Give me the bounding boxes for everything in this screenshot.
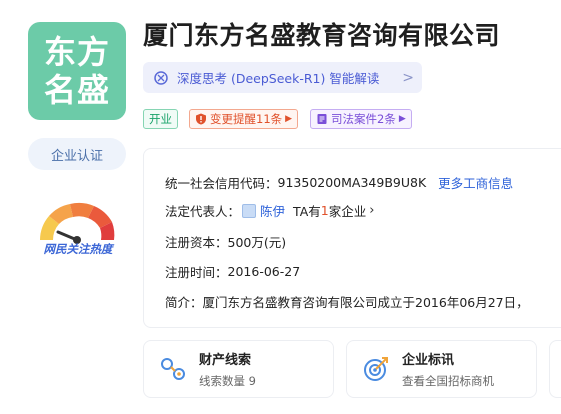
ai-sparkle-icon	[153, 70, 169, 86]
attention-label: 网民关注热度	[43, 242, 113, 256]
logo-line-2: 名盛	[43, 71, 110, 109]
legal-rep-suffix: 家企业	[328, 204, 367, 219]
status-badge: 开业	[143, 109, 178, 129]
intro-row: 简介： 厦门东方名盛教育咨询有限公司成立于2016年06月27日，	[165, 292, 529, 311]
tile-title: 企业标讯	[402, 353, 455, 368]
legal-document-icon	[316, 113, 328, 125]
business-info-card: 统一社会信用代码： 91350200MA349B9U8K 更多工商信息 法定代表…	[143, 148, 561, 328]
capital-value: 500万(元)	[227, 235, 287, 250]
legal-cases-label: 司法案件2条	[331, 112, 396, 126]
enterprise-certification-button[interactable]: 企业认证	[28, 138, 126, 170]
legal-rep-prefix: TA有	[293, 204, 321, 219]
legal-rep-count: 1	[320, 203, 329, 218]
reg-time-row: 注册时间： 2016-06-27	[165, 262, 300, 281]
bid-info-tile[interactable]: 企业标讯 查看全国招标商机	[346, 340, 537, 398]
change-alert-label: 变更提醒11条	[210, 112, 283, 126]
company-name: 厦门东方名盛教育咨询有限公司	[143, 21, 501, 50]
chevron-right-icon: >	[402, 69, 414, 86]
chevron-right-icon: ›	[369, 203, 375, 218]
tile-title: 财产线索	[199, 353, 252, 368]
alert-shield-icon	[195, 113, 207, 125]
caret-right-icon: ▶	[398, 114, 406, 124]
reg-time-value: 2016-06-27	[227, 264, 301, 279]
intro-label: 简介：	[165, 295, 203, 310]
capital-row: 注册资本： 500万(元)	[165, 232, 286, 251]
legal-rep-enterprises-link[interactable]: TA有 1 家企业 ›	[293, 201, 374, 220]
credit-code-row: 统一社会信用代码： 91350200MA349B9U8K 更多工商信息	[165, 173, 513, 192]
intro-value: 厦门东方名盛教育咨询有限公司成立于2016年06月27日，	[202, 295, 529, 310]
partial-tile[interactable]	[549, 340, 561, 398]
change-alert-tag[interactable]: 变更提醒11条 ▶	[189, 109, 299, 129]
credit-code-label: 统一社会信用代码：	[165, 176, 278, 191]
credit-code-value: 91350200MA349B9U8K	[277, 175, 427, 190]
caret-right-icon: ▶	[285, 114, 293, 124]
property-clues-icon	[159, 355, 187, 383]
legal-rep-row: 法定代表人： 陈伊 TA有 1 家企业 ›	[165, 201, 374, 220]
tile-subtitle: 查看全国招标商机	[402, 374, 494, 388]
more-business-info-link[interactable]: 更多工商信息	[438, 173, 513, 192]
logo-line-1: 东方	[43, 33, 110, 71]
property-clues-tile[interactable]: 财产线索 线索数量 9	[143, 340, 334, 398]
legal-rep-label: 法定代表人：	[165, 204, 241, 219]
reg-time-label: 注册时间：	[165, 265, 228, 280]
target-icon	[362, 355, 390, 383]
status-badge-label: 开业	[149, 112, 172, 126]
company-logo: 东方 名盛	[28, 22, 126, 120]
legal-cases-tag[interactable]: 司法案件2条 ▶	[310, 109, 412, 129]
ai-summary-button[interactable]: 深度思考 (DeepSeek-R1) 智能解读 >	[143, 62, 422, 93]
capital-label: 注册资本：	[165, 235, 228, 250]
certification-label: 企业认证	[50, 148, 103, 164]
legal-rep-name-link[interactable]: 陈伊	[260, 201, 285, 220]
avatar	[242, 203, 257, 218]
tile-subtitle: 线索数量 9	[199, 374, 256, 388]
ai-summary-label: 深度思考 (DeepSeek-R1) 智能解读	[177, 71, 380, 86]
